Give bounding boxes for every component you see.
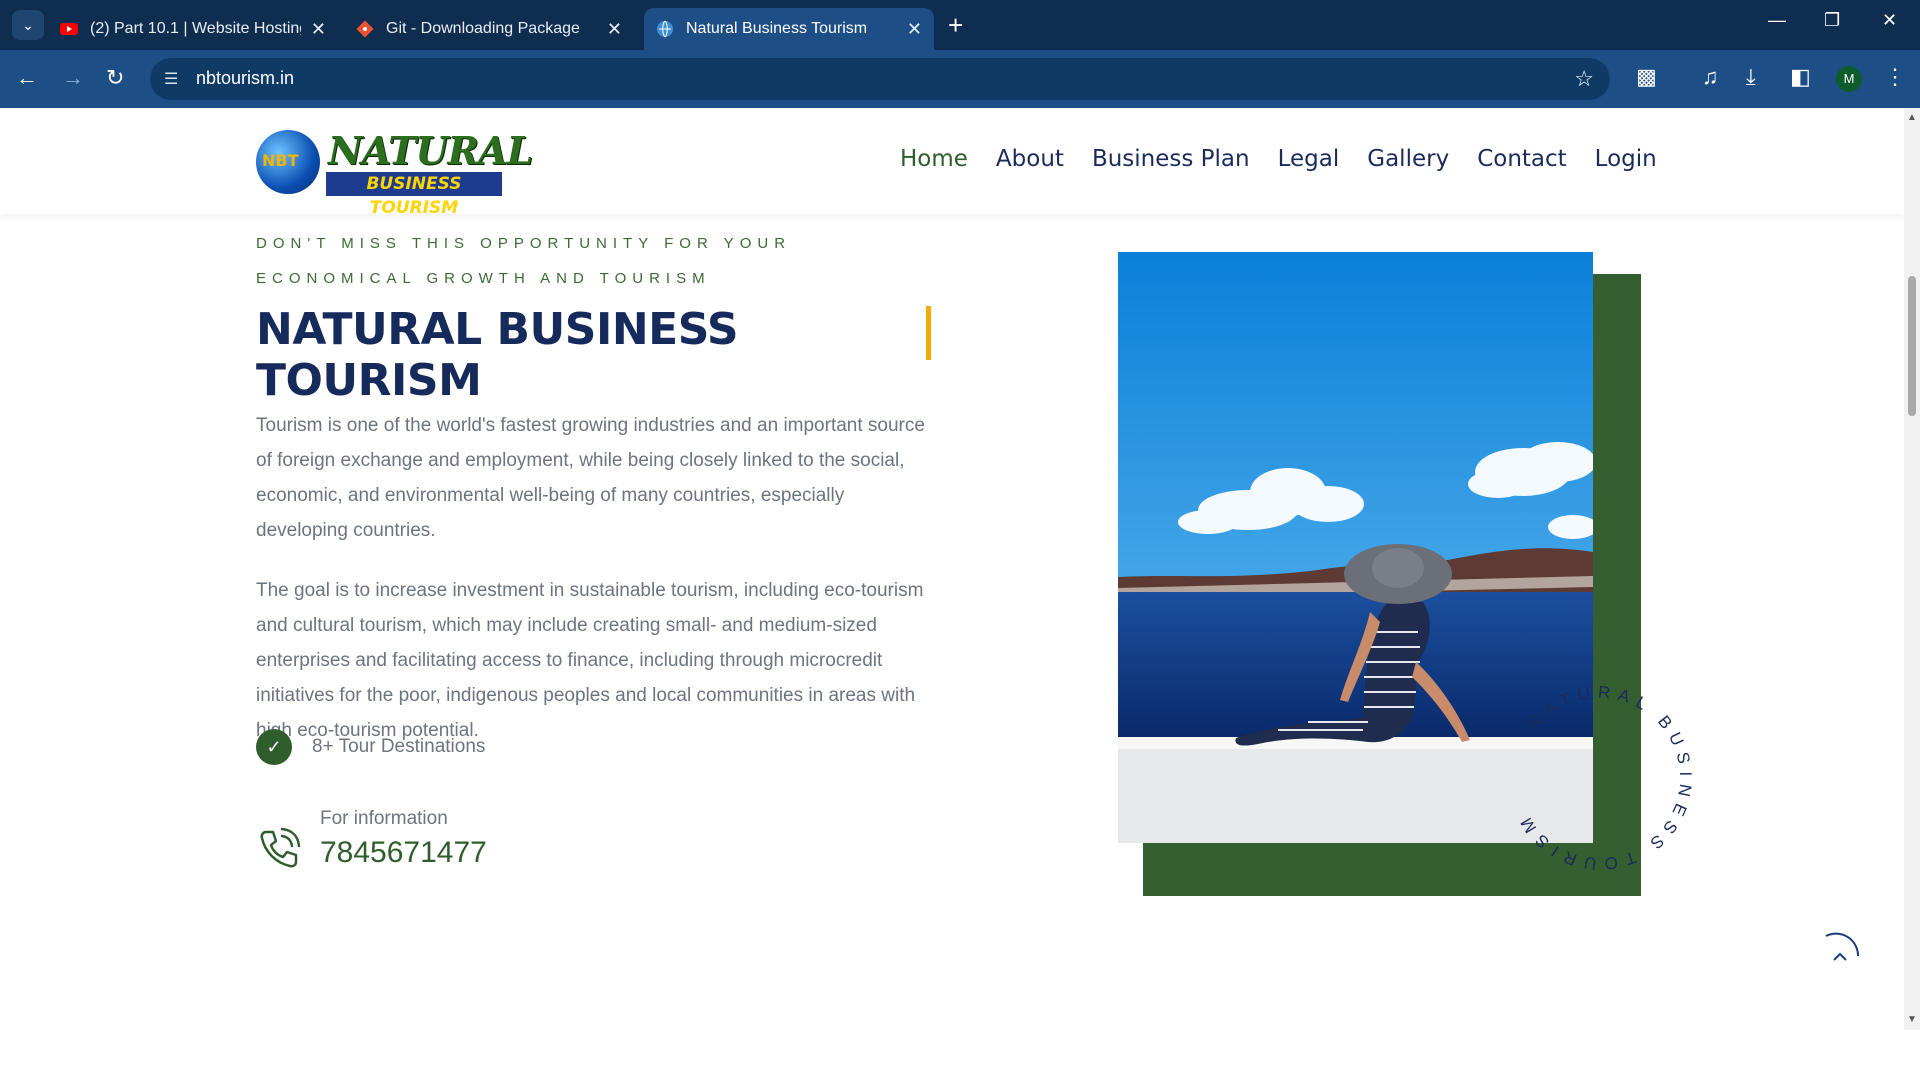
bookmark-star-icon[interactable]: ☆ (1574, 66, 1594, 92)
tab-git[interactable]: Git - Downloading Package ✕ (344, 8, 634, 50)
hero-paragraph-2: The goal is to increase investment in su… (256, 580, 924, 741)
hero-text: DON'T MISS THIS OPPORTUNITY FOR YOUR ECO… (256, 226, 936, 748)
scroll-up-icon[interactable]: ▲ (1907, 112, 1917, 123)
browser-tabstrip: ⌄ (2) Part 10.1 | Website Hosting | ✕ Gi… (0, 0, 1920, 50)
youtube-icon (60, 23, 78, 35)
git-icon (356, 20, 374, 38)
tab-search-button[interactable]: ⌄ (12, 10, 44, 40)
browser-toolbar: ← → ↻ ☰ nbtourism.in ☆ ▩ ♫ ⤓ ◧ ⋮ (0, 50, 1920, 108)
svg-text:NATURAL BUSINESS TOURISM: NATURAL BUSINESS TOURISM (1513, 683, 1695, 874)
menu-item-home[interactable]: Home (900, 146, 968, 172)
hero-paragraph-1: Tourism is one of the world's fastest gr… (256, 415, 925, 541)
back-to-top-button[interactable] (1818, 930, 1862, 974)
check-icon: ✓ (256, 729, 292, 765)
menu-item-legal[interactable]: Legal (1278, 146, 1340, 172)
menu-item-contact[interactable]: Contact (1477, 146, 1566, 172)
close-icon[interactable]: ✕ (311, 19, 326, 40)
site-settings-icon[interactable]: ☰ (164, 69, 178, 89)
menu-item-about[interactable]: About (996, 146, 1064, 172)
accent-bar (926, 306, 931, 360)
address-bar[interactable]: ☰ nbtourism.in ☆ (150, 58, 1610, 100)
hero-heading-row: NATURAL BUSINESS TOURISM (256, 304, 936, 406)
tab-title: Natural Business Tourism (686, 20, 868, 37)
feature-item: ✓ 8+ Tour Destinations (256, 729, 485, 765)
chevron-down-icon: ⌄ (22, 16, 34, 33)
extensions-icon[interactable]: ▩ (1636, 64, 1657, 90)
feature-label: 8+ Tour Destinations (312, 736, 486, 757)
logo-subtitle: BUSINESS TOURISM (326, 172, 502, 218)
tab-title: Git - Downloading Package (386, 20, 580, 37)
site-header: NBT NATURAL BUSINESS TOURISM Home About … (0, 108, 1904, 218)
menu-item-business-plan[interactable]: Business Plan (1092, 146, 1250, 172)
rotating-circle-text: NATURAL BUSINESS TOURISM (1513, 683, 1695, 874)
site-logo[interactable]: NBT NATURAL BUSINESS TOURISM (256, 128, 533, 218)
menu-item-login[interactable]: Login (1595, 146, 1657, 172)
phone-number[interactable]: 7845671477 (320, 836, 487, 870)
scroll-thumb[interactable] (1908, 276, 1916, 416)
restore-icon[interactable]: ❐ (1824, 10, 1840, 31)
hero-kicker-line1: DON'T MISS THIS OPPORTUNITY FOR YOUR (256, 235, 792, 252)
tab-title: (2) Part 10.1 | Website Hosting | (90, 20, 301, 37)
window-close-icon[interactable]: ✕ (1882, 10, 1897, 31)
back-icon[interactable]: ← (16, 65, 38, 91)
tab-natural-business-tourism[interactable]: Natural Business Tourism ✕ (644, 8, 934, 50)
close-icon[interactable]: ✕ (907, 19, 922, 40)
url-text: nbtourism.in (196, 68, 295, 88)
menu-item-gallery[interactable]: Gallery (1367, 146, 1449, 172)
page-scrollbar[interactable]: ▲ ▼ (1904, 108, 1920, 1030)
globe-icon (657, 20, 673, 38)
forward-icon[interactable]: → (62, 65, 84, 91)
tab-youtube[interactable]: (2) Part 10.1 | Website Hosting | ✕ (48, 8, 338, 50)
side-panel-icon[interactable]: ◧ (1790, 64, 1811, 90)
page-viewport: NBT NATURAL BUSINESS TOURISM Home About … (0, 108, 1904, 1030)
scroll-down-icon[interactable]: ▼ (1907, 1014, 1917, 1025)
logo-badge: NBT (262, 151, 299, 170)
phone-icon (260, 827, 301, 868)
hero-heading: NATURAL BUSINESS TOURISM (256, 304, 739, 406)
info-label: For information (320, 808, 448, 829)
media-control-icon[interactable]: ♫ (1702, 64, 1719, 90)
menu-dots-icon[interactable]: ⋮ (1884, 64, 1906, 90)
hero-kicker-line2: ECONOMICAL GROWTH AND TOURISM (256, 270, 711, 287)
logo-title: NATURAL (328, 128, 533, 173)
minimize-icon[interactable]: — (1768, 10, 1786, 31)
main-menu: Home About Business Plan Legal Gallery C… (900, 146, 1657, 172)
new-tab-button[interactable]: + (948, 10, 963, 40)
reload-icon[interactable]: ↻ (106, 65, 124, 91)
download-icon[interactable]: ⤓ (1746, 64, 1756, 90)
profile-avatar[interactable]: M (1836, 66, 1862, 92)
close-icon[interactable]: ✕ (607, 19, 622, 40)
